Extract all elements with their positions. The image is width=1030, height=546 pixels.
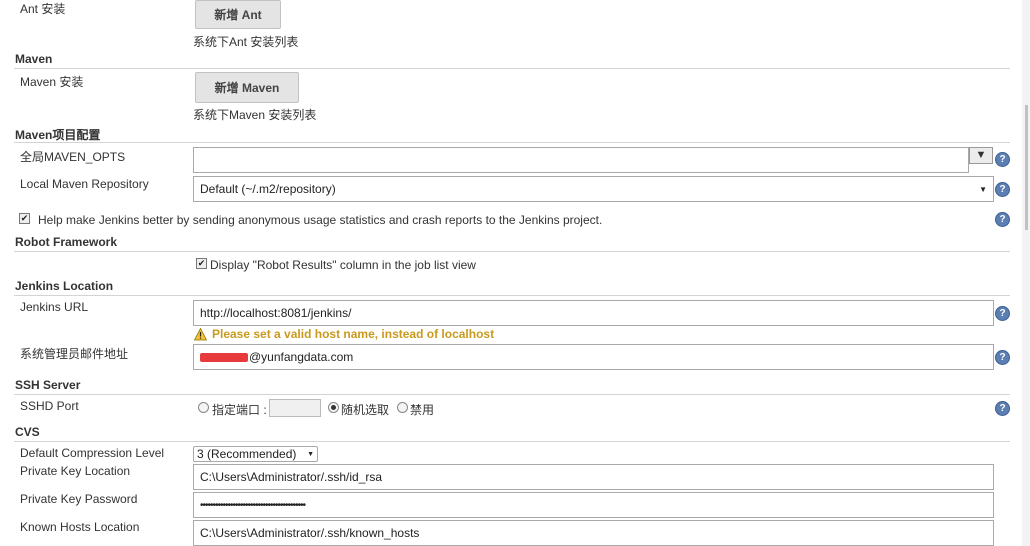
- help-icon[interactable]: ?: [995, 401, 1010, 416]
- maven-project-section-title: Maven项目配置: [15, 128, 101, 142]
- add-maven-button[interactable]: 新增 Maven: [195, 72, 299, 103]
- expand-textarea-button[interactable]: ▼: [969, 147, 993, 164]
- maven-caption: 系统下Maven 安装列表: [193, 108, 317, 122]
- jenkins-url-label: Jenkins URL: [20, 300, 89, 314]
- maven-divider: [14, 68, 1010, 69]
- chevron-down-icon: ▼: [307, 450, 314, 458]
- maven-opts-label: 全局MAVEN_OPTS: [20, 150, 126, 164]
- add-ant-button[interactable]: 新增 Ant: [195, 0, 281, 29]
- help-icon[interactable]: ?: [995, 152, 1010, 167]
- sshd-disable-radio[interactable]: [397, 402, 408, 413]
- maven-project-divider: [14, 142, 1010, 143]
- maven-installation-label: Maven 安装: [20, 75, 84, 89]
- private-key-location-input[interactable]: C:\Users\Administrator/.ssh/id_rsa: [193, 464, 994, 490]
- robot-results-text: Display "Robot Results" column in the jo…: [210, 258, 476, 272]
- page-scrollbar-thumb[interactable]: [1025, 105, 1028, 230]
- help-icon[interactable]: ?: [995, 306, 1010, 321]
- sshd-fixed-radio[interactable]: [198, 402, 209, 413]
- local-repo-label: Local Maven Repository: [20, 177, 149, 191]
- cvs-divider: [14, 441, 1010, 442]
- private-key-password-input[interactable]: ••••••••••••••••••••••••••••••••••••••••…: [193, 492, 994, 518]
- sshd-port-label: SSHD Port: [20, 399, 79, 413]
- chevron-down-icon: ▼: [979, 184, 987, 194]
- redaction-mark: [200, 352, 248, 362]
- maven-opts-input[interactable]: [193, 147, 969, 173]
- admin-email-input[interactable]: @yunfangdata.com: [193, 344, 994, 370]
- local-repo-selected: Default (~/.m2/repository): [200, 182, 336, 196]
- compression-level-select[interactable]: 3 (Recommended) ▼: [193, 446, 318, 462]
- jenkins-url-input[interactable]: http://localhost:8081/jenkins/: [193, 300, 994, 326]
- usage-stats-checkbox[interactable]: ✔: [19, 213, 30, 224]
- help-icon[interactable]: ?: [995, 212, 1010, 227]
- sshd-random-radio[interactable]: [328, 402, 339, 413]
- help-icon[interactable]: ?: [995, 182, 1010, 197]
- page-scrollbar-track[interactable]: [1022, 0, 1030, 546]
- ant-caption: 系统下Ant 安装列表: [193, 35, 299, 49]
- ant-installation-label: Ant 安装: [20, 2, 66, 16]
- local-repo-select[interactable]: Default (~/.m2/repository) ▼: [193, 176, 994, 202]
- compression-level-label: Default Compression Level: [20, 446, 165, 460]
- sshd-random-label: 随机选取: [341, 403, 390, 417]
- sshd-disable-label: 禁用: [410, 403, 435, 417]
- chevron-down-icon: ▼: [975, 149, 987, 161]
- warning-icon: [194, 328, 207, 341]
- known-hosts-location-input[interactable]: C:\Users\Administrator/.ssh/known_hosts: [193, 520, 994, 546]
- known-hosts-location-label: Known Hosts Location: [20, 520, 140, 534]
- ssh-section-title: SSH Server: [15, 378, 81, 392]
- compression-level-selected: 3 (Recommended): [197, 447, 297, 461]
- private-key-location-label: Private Key Location: [20, 464, 131, 478]
- sshd-port-input[interactable]: [269, 399, 321, 417]
- usage-stats-text: Help make Jenkins better by sending anon…: [38, 213, 603, 227]
- robot-section-title: Robot Framework: [15, 235, 118, 249]
- admin-email-value: @yunfangdata.com: [249, 350, 354, 364]
- maven-section-title: Maven: [15, 52, 53, 66]
- robot-results-checkbox[interactable]: ✔: [196, 258, 207, 269]
- private-key-password-label: Private Key Password: [20, 492, 138, 506]
- localhost-warning: Please set a valid host name, instead of…: [212, 327, 495, 341]
- sshd-fixed-label: 指定端口 :: [212, 403, 267, 417]
- cvs-section-title: CVS: [15, 425, 40, 439]
- location-section-title: Jenkins Location: [15, 279, 114, 293]
- help-icon[interactable]: ?: [995, 350, 1010, 365]
- location-divider: [14, 295, 1010, 296]
- robot-divider: [14, 251, 1010, 252]
- ssh-divider: [14, 394, 1010, 395]
- admin-email-label: 系统管理员邮件地址: [20, 347, 129, 361]
